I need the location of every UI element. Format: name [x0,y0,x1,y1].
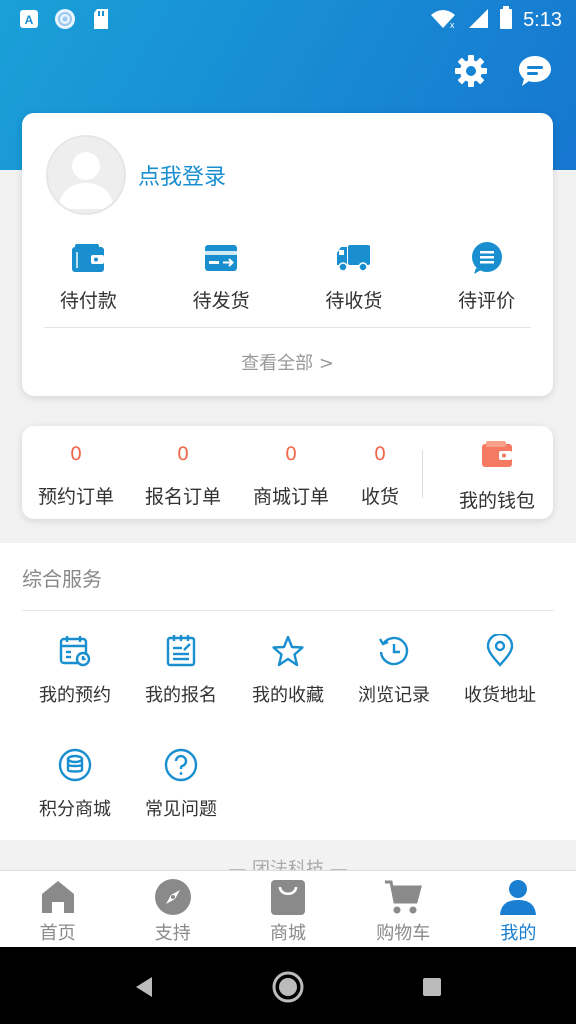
calendar-clock-icon [55,631,95,671]
services-title: 综合服务 [22,567,102,591]
sd-card-icon [90,8,112,30]
tab-label: 购物车 [376,923,431,944]
question-icon [161,745,201,785]
order-label: 待评价 [458,290,516,312]
tab-cart[interactable]: 购物车 [346,871,461,948]
service-label: 常见问题 [145,799,217,820]
tab-mall[interactable]: 商城 [230,871,345,948]
stat-count: 0 [176,443,190,465]
wallet-label: 我的钱包 [458,490,535,512]
system-nav-bar [0,947,576,1024]
comment-list-icon [467,238,507,278]
service-my-favorites[interactable]: 我的收藏 [235,631,341,707]
cart-icon [382,877,424,917]
tab-home[interactable]: 首页 [0,871,115,948]
service-points-mall[interactable]: 积分商城 [22,745,128,821]
compass-icon [152,877,194,917]
service-my-appointments[interactable]: 我的预约 [22,631,128,707]
stat-label: 商城订单 [252,486,329,508]
tab-label: 首页 [39,923,76,944]
stats-separator [422,450,423,498]
home-circle-icon[interactable] [270,969,306,1005]
stat-count: 0 [373,443,387,465]
card-send-icon [201,238,241,278]
service-label: 积分商城 [39,799,111,820]
stat-label: 预约订单 [37,486,114,508]
service-label: 我的收藏 [252,685,324,706]
login-link[interactable]: 点我登录 [138,159,226,191]
order-pending-shipment[interactable]: 待发货 [155,238,288,313]
order-pending-review[interactable]: 待评价 [420,238,553,313]
wallet-icon [481,440,513,472]
tab-label: 支持 [154,923,191,944]
tab-label: 我的 [500,923,537,944]
stat-label: 报名订单 [144,486,221,508]
battery-icon [499,6,513,34]
stat-appointment-orders[interactable]: 0 预约订单 [36,440,116,509]
stats-card: 0 预约订单 0 报名订单 0 商城订单 0 收货 我的钱包 [22,426,553,519]
wifi-icon: x [429,7,457,33]
divider [22,610,554,611]
avatar[interactable] [46,135,126,215]
tab-support[interactable]: 支持 [115,871,230,948]
person-icon [497,877,539,917]
service-faq[interactable]: 常见问题 [128,745,234,821]
order-label: 待发货 [192,290,250,312]
service-label: 收货地址 [464,685,536,706]
truck-icon [334,238,374,278]
aperture-icon [54,8,76,30]
stat-label: 收货 [360,486,399,508]
wallet-pay-icon [68,238,108,278]
service-shipping-address[interactable]: 收货地址 [447,631,553,707]
history-icon [374,631,414,671]
status-time: 5:13 [523,8,562,31]
services-section: 综合服务 我的预约 我的报名 我的收藏 浏览记录 收货地址 积分商城 常见问题 [0,543,576,840]
location-pin-icon [480,631,520,671]
service-browse-history[interactable]: 浏览记录 [341,631,447,707]
recents-square-icon[interactable] [414,969,450,1005]
a-box-icon: A [18,8,40,30]
order-pending-receipt[interactable]: 待收货 [288,238,421,313]
order-label: 待收货 [325,290,383,312]
svg-text:A: A [25,13,34,27]
stat-mall-orders[interactable]: 0 商城订单 [251,440,331,509]
settings-gear-icon[interactable] [452,52,490,90]
tab-label: 商城 [270,923,306,944]
service-label: 我的报名 [145,685,217,706]
shopping-bag-icon [267,877,309,917]
stat-count: 0 [69,443,83,465]
status-bar: A x 5:13 [0,0,576,40]
clipboard-edit-icon [161,631,201,671]
service-my-registrations[interactable]: 我的报名 [128,631,234,707]
profile-card: 点我登录 待付款 待发货 待收货 待评价 查看全部 > [22,113,553,396]
order-pending-payment[interactable]: 待付款 [22,238,155,313]
back-icon[interactable] [126,969,162,1005]
svg-text:x: x [450,20,455,29]
service-label: 浏览记录 [358,685,430,706]
service-label: 我的预约 [39,685,111,706]
tab-mine[interactable]: 我的 [461,871,576,948]
order-label: 待付款 [59,290,117,312]
divider [44,327,531,328]
bottom-tab-bar: 首页 支持 商城 购物车 我的 [0,870,576,948]
coins-icon [55,745,95,785]
stat-count: 0 [284,443,298,465]
message-bubble-icon[interactable] [516,52,554,90]
signal-icon [467,7,489,33]
star-icon [268,631,308,671]
view-all-orders-link[interactable]: 查看全部 > [22,349,553,375]
stat-registration-orders[interactable]: 0 报名订单 [143,440,223,509]
home-icon [37,877,79,917]
stat-received[interactable]: 0 收货 [356,440,404,509]
my-wallet-button[interactable]: 我的钱包 [452,440,542,513]
